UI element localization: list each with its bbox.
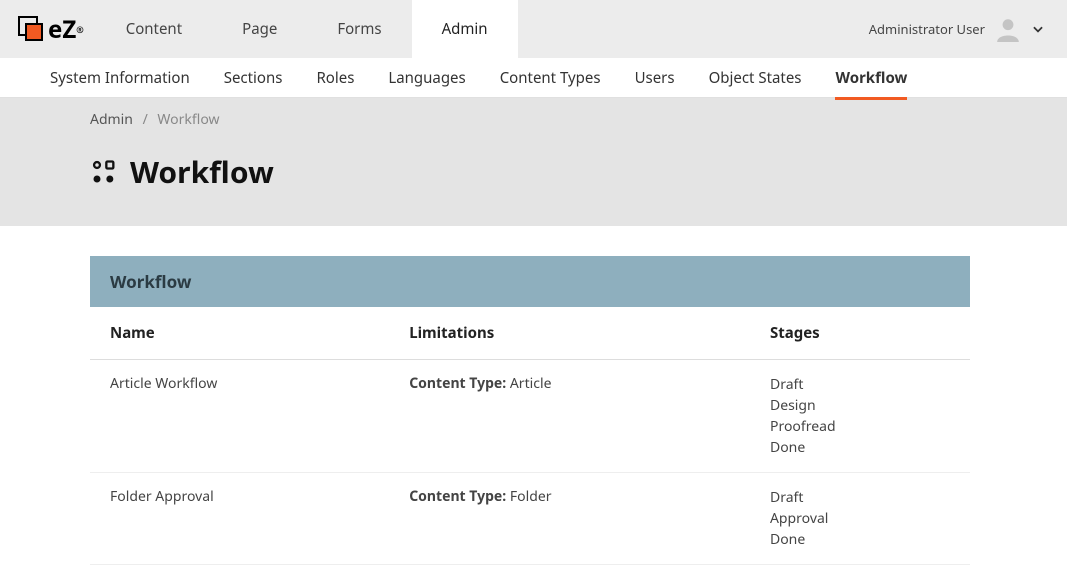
subnav-item-roles[interactable]: Roles	[316, 59, 354, 97]
reg-mark: ®	[76, 23, 84, 36]
col-header-name: Name	[90, 307, 389, 360]
stage-item: Draft	[770, 487, 950, 508]
stage-item: Draft	[770, 374, 950, 395]
table-row[interactable]: Article WorkflowContent Type: ArticleDra…	[90, 360, 970, 473]
stage-item: Design	[770, 395, 950, 416]
subnav-item-sections[interactable]: Sections	[224, 59, 283, 97]
user-menu[interactable]: Administrator User	[869, 0, 1067, 58]
stage-item: Done	[770, 529, 950, 550]
chevron-down-icon	[1031, 22, 1045, 36]
subnav-item-object-states[interactable]: Object States	[709, 59, 802, 97]
subnav-item-users[interactable]: Users	[635, 59, 675, 97]
breadcrumb-sep: /	[143, 110, 148, 129]
cell-limitations: Content Type: Article	[389, 360, 750, 473]
breadcrumb-root[interactable]: Admin	[90, 110, 133, 129]
subnav-item-languages[interactable]: Languages	[388, 59, 465, 97]
subnav-item-workflow[interactable]: Workflow	[835, 56, 907, 100]
top-navbar: eZ® ContentPageFormsAdmin Administrator …	[0, 0, 1067, 58]
user-avatar-icon	[995, 16, 1021, 42]
cell-stages: DraftDesignProofreadDone	[750, 360, 970, 473]
subnav-item-system-information[interactable]: System Information	[50, 59, 190, 97]
cell-name: Folder Approval	[90, 473, 389, 565]
workflow-icon	[90, 158, 118, 186]
brand-logo[interactable]: eZ®	[6, 0, 96, 58]
page-title: Workflow	[130, 151, 274, 192]
workflow-table: Name Limitations Stages Article Workflow…	[90, 307, 970, 565]
stage-item: Proofread	[770, 416, 950, 437]
topnav-item-content[interactable]: Content	[96, 0, 212, 58]
cell-stages: DraftApprovalDone	[750, 473, 970, 565]
sub-navbar: System Information Sections Roles Languages…	[0, 58, 1067, 98]
cell-name: Article Workflow	[90, 360, 389, 473]
page-header: Admin / Workflow Workflow	[0, 98, 1067, 226]
topnav-item-admin[interactable]: Admin	[412, 0, 518, 58]
limitation-label: Content Type:	[409, 487, 506, 506]
subnav-item-content-types[interactable]: Content Types	[500, 59, 601, 97]
user-name: Administrator User	[869, 20, 985, 38]
logo-icon	[18, 16, 44, 42]
limitation-label: Content Type:	[409, 374, 506, 393]
cell-limitations: Content Type: Folder	[389, 473, 750, 565]
brand-text: eZ	[48, 13, 76, 46]
topnav-item-forms[interactable]: Forms	[307, 0, 411, 58]
breadcrumb-current: Workflow	[157, 110, 219, 129]
workflow-panel: Workflow Name Limitations Stages Article…	[90, 256, 970, 565]
topnav-item-page[interactable]: Page	[212, 0, 307, 58]
panel-header: Workflow	[90, 256, 970, 307]
breadcrumb: Admin / Workflow	[90, 110, 970, 129]
stage-item: Approval	[770, 508, 950, 529]
col-header-stages: Stages	[750, 307, 970, 360]
stage-item: Done	[770, 437, 950, 458]
table-row[interactable]: Folder ApprovalContent Type: FolderDraft…	[90, 473, 970, 565]
col-header-limitations: Limitations	[389, 307, 750, 360]
